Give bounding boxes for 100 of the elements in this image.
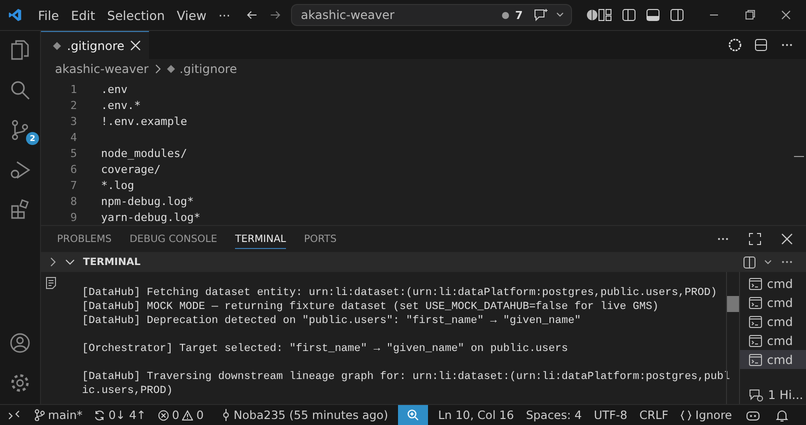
line-number: 8 [69, 194, 77, 208]
menu-item[interactable]: File [32, 8, 65, 22]
terminal-icon [749, 334, 762, 346]
code-line: node_modules/ [101, 146, 188, 160]
account-circle-icon[interactable] [586, 8, 598, 22]
chat-history-icon[interactable] [749, 388, 763, 402]
extensions-icon[interactable] [9, 199, 31, 221]
terminal-list-item[interactable]: cmd [740, 312, 806, 331]
files-icon[interactable] [9, 39, 31, 61]
terminal-list-item[interactable]: cmd [740, 331, 806, 350]
notes-icon[interactable] [45, 276, 57, 290]
panel-tab[interactable]: PROBLEMS [57, 229, 112, 249]
file-icon [53, 42, 61, 50]
terminal-icon [749, 316, 762, 328]
chevron-down-icon[interactable] [764, 258, 772, 266]
indentation-status[interactable]: Spaces: 4 [520, 408, 588, 422]
code-line: npm-debug.log* [101, 194, 194, 208]
cursor-position[interactable]: Ln 10, Col 16 [432, 408, 520, 422]
terminal-icon [749, 296, 762, 308]
code-line: .env [101, 82, 128, 96]
branch-icon [34, 409, 45, 421]
editor-tab[interactable]: .gitignore [41, 30, 150, 60]
branch-status[interactable]: main* [28, 408, 88, 422]
menu-item[interactable]: View [170, 8, 212, 22]
status-dot-icon [502, 12, 510, 18]
close-icon[interactable] [780, 232, 794, 246]
changes-badge: 2 [26, 132, 39, 145]
chevron-down-icon[interactable] [554, 11, 565, 19]
code-line: *.log [101, 178, 134, 192]
terminal-output-line: [DataHub] Fetching dataset entity: urn:li:dataset:(urn:li:dataPlatform:postgres,public.users,PROD) [82, 287, 717, 299]
search-icon[interactable] [9, 79, 31, 101]
line-number: 7 [69, 178, 77, 192]
chevron-down-icon[interactable] [65, 258, 75, 266]
terminal-output-line: [DataHub] MOCK MODE — returning fixture dataset (set USE_MOCK_DATAHUB=false for live GMS) [82, 301, 659, 313]
notification-count: 7 [515, 8, 523, 22]
line-number: 1 [69, 82, 77, 96]
line-number: 4 [69, 130, 77, 144]
menu-item[interactable]: Selection [101, 8, 171, 22]
line-number: 6 [69, 162, 77, 176]
zoom-button[interactable] [398, 405, 428, 425]
panel-tab[interactable]: PORTS [304, 229, 337, 249]
terminal-output-line: [DataHub] Traversing downstream lineage graph for: urn:li:dataset:(urn:li:dataPlatform:postgres,public.users,PROD) [82, 371, 730, 397]
blame-status[interactable]: Noba235 (55 minutes ago) [214, 408, 394, 422]
line-ending-status[interactable]: CRLF [633, 408, 674, 422]
breadcrumb-folder[interactable]: akashic-weaver [55, 62, 149, 76]
terminal-output-line: [DataHub] Deprecation detected on "public.users": "first_name" → "given_name" [82, 315, 581, 327]
terminal-output-line: [Orchestrator] Target selected: "first_name" → "given_name" on public.users [82, 343, 568, 355]
sync-icon [94, 410, 106, 420]
menu-item[interactable]: Edit [64, 8, 102, 22]
scrollbar-thumb[interactable] [727, 296, 739, 312]
terminal-list-item[interactable]: cmd [740, 274, 806, 293]
code-line: .env.* [101, 98, 141, 112]
toggle-panel-icon[interactable] [646, 8, 660, 22]
sync-status[interactable]: 0↓ 4↑ [88, 408, 152, 422]
braces-icon [680, 410, 692, 420]
maximize-icon[interactable] [748, 232, 762, 246]
terminal-list-item[interactable]: cmd [740, 350, 806, 369]
line-number: 9 [69, 210, 77, 224]
code-line: coverage/ [101, 162, 161, 176]
toggle-secondary-sidebar-icon[interactable] [670, 8, 684, 22]
error-icon [158, 410, 170, 420]
section-title: TERMINAL [83, 256, 141, 268]
source-control-icon[interactable] [9, 119, 31, 141]
commit-icon [220, 409, 231, 421]
panel-tab[interactable]: DEBUG CONSOLE [130, 229, 218, 249]
zoom-in-icon [407, 409, 420, 421]
history-label[interactable]: 1 Hi... [768, 388, 804, 402]
terminal-icon [749, 354, 762, 366]
line-number: 3 [69, 114, 77, 128]
remote-icon[interactable] [8, 409, 20, 421]
layout-icon[interactable] [598, 8, 612, 22]
line-number: 5 [69, 146, 77, 160]
chevron-right-icon [154, 64, 162, 74]
app-logo-icon [8, 7, 22, 23]
breadcrumb-file[interactable]: .gitignore [180, 62, 237, 76]
forward-arrow-icon[interactable] [268, 8, 281, 22]
problems-status[interactable]: 0 0 [152, 408, 210, 422]
encoding-status[interactable]: UTF-8 [588, 408, 634, 422]
terminal-icon [749, 278, 762, 290]
panel-tab[interactable]: TERMINAL [235, 229, 286, 249]
account-icon[interactable] [9, 332, 31, 354]
run-debug-icon[interactable] [9, 159, 31, 181]
split-terminal-icon[interactable] [743, 256, 756, 268]
restore-icon[interactable] [744, 9, 756, 21]
file-icon [166, 65, 175, 73]
close-icon[interactable] [780, 9, 792, 21]
split-editor-icon[interactable] [754, 38, 768, 52]
code-line: !.env.example [101, 114, 188, 128]
toggle-sidebar-icon[interactable] [622, 8, 636, 22]
terminal-list-item[interactable]: cmd [740, 293, 806, 312]
chat-icon[interactable] [532, 8, 549, 22]
command-center-search[interactable]: akashic-weaver 7 [290, 4, 572, 26]
language-status[interactable]: Ignore [674, 408, 738, 422]
menu-item[interactable]: ··· [212, 8, 236, 22]
settings-icon[interactable] [9, 372, 31, 394]
notifications-bell-icon[interactable] [776, 408, 788, 422]
chevron-right-icon[interactable] [49, 257, 57, 267]
warning-icon [182, 410, 194, 420]
code-line: yarn-debug.log* [101, 210, 200, 224]
line-number: 2 [69, 98, 77, 112]
